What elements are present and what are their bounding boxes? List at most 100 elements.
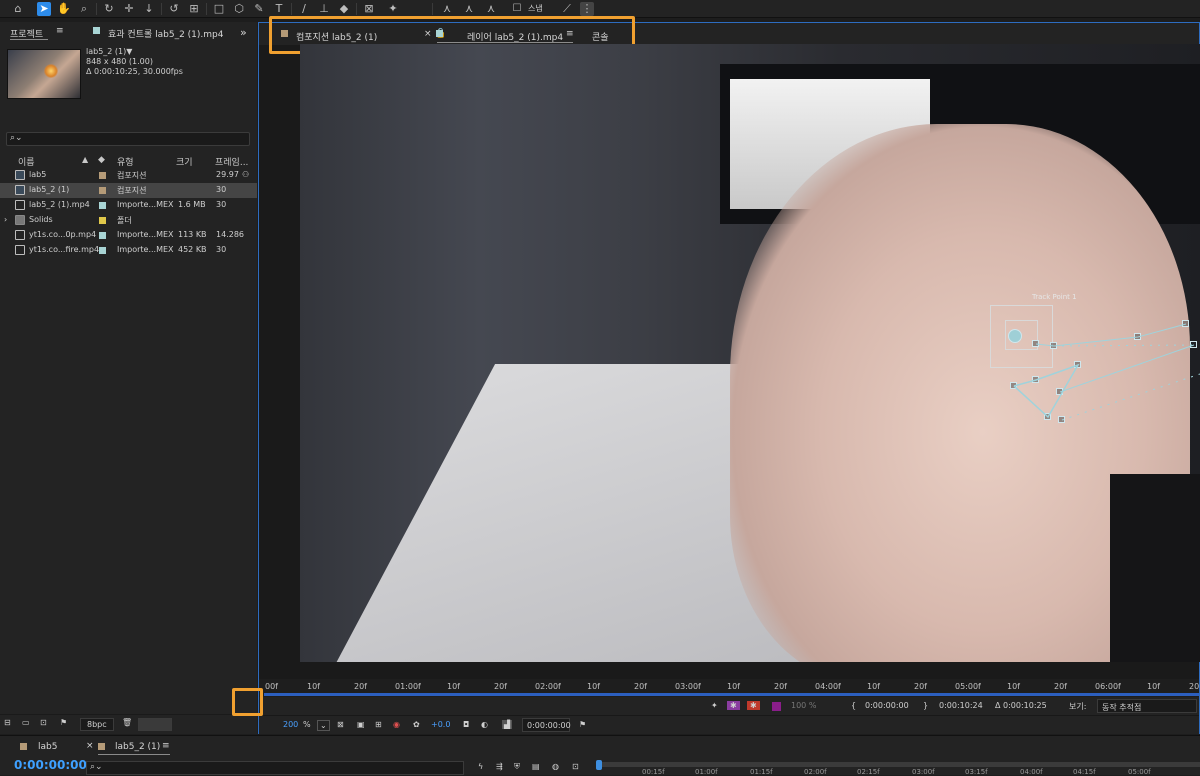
timeline-current-time[interactable]: 0:00:00:00 (14, 758, 87, 772)
comp-flowchart-icon[interactable]: ϟ (478, 762, 483, 771)
show-snapshot-icon[interactable]: ◐ (481, 720, 488, 729)
playhead-marker[interactable] (596, 760, 602, 770)
frame-blend-icon[interactable]: ▤ (532, 762, 540, 771)
project-row[interactable]: lab5_2 (1).mp4 Importe...MEX 1.6 MB 30 (0, 198, 257, 213)
orbit-camera-icon[interactable]: ↻ (102, 2, 116, 16)
axis-local-icon[interactable]: ⋏ (440, 2, 454, 16)
brush-tool-icon[interactable]: ∕ (297, 2, 311, 16)
dolly-camera-icon[interactable]: ↓ (142, 2, 156, 16)
bit-depth-button[interactable]: 8bpc (80, 718, 114, 731)
panel-menu-icon[interactable]: ≡ (56, 26, 64, 36)
rotation-tool-icon[interactable]: ↺ (167, 2, 181, 16)
eraser-tool-icon[interactable]: ◆ (337, 2, 351, 16)
exposure-value[interactable]: +0.0 (431, 720, 450, 729)
axis-world-icon[interactable]: ⋏ (462, 2, 476, 16)
in-point-icon[interactable]: ✱ (727, 701, 740, 710)
render-toggle-icon[interactable]: ▟ (502, 720, 513, 729)
preview-flag-icon[interactable]: ⚑ (579, 720, 586, 729)
project-row[interactable]: yt1s.co...0p.mp4 Importe...MEX 113 KB 14… (0, 228, 257, 243)
home-icon[interactable]: ⌂ (11, 2, 25, 16)
cube-tool-icon[interactable]: ⬡ (232, 2, 246, 16)
view-label: 보기: (1069, 702, 1087, 711)
folder-icon (15, 215, 25, 225)
motion-blur-icon[interactable]: ◍ (552, 762, 559, 771)
project-row[interactable]: › Solids 폴더 (0, 213, 257, 228)
in-bracket-icon[interactable]: { (851, 701, 856, 710)
panel-overflow-icon[interactable]: » (240, 26, 247, 39)
out-time[interactable]: 0:00:10:24 (939, 701, 983, 710)
close-tab-icon[interactable]: × (86, 741, 94, 751)
snap-grid-icon[interactable]: ⋮ (580, 2, 594, 16)
col-name[interactable]: 이름 (18, 155, 35, 168)
anchor-tool-icon[interactable]: ⊞ (187, 2, 201, 16)
timeline-scrollbar[interactable] (597, 762, 1200, 767)
work-area-bar[interactable] (264, 693, 1199, 696)
in-time[interactable]: 0:00:00:00 (865, 701, 909, 710)
footage-frame[interactable]: Track Point 1 (300, 44, 1200, 662)
trash-icon[interactable]: 🗑 (122, 718, 132, 727)
puppet-pin-icon[interactable]: ✦ (386, 2, 400, 16)
exposure-reset-icon[interactable]: ✿ (413, 720, 420, 729)
timeline-search-input[interactable]: ⌕⌄ (86, 761, 464, 775)
pen-tool-icon[interactable]: ✎ (252, 2, 266, 16)
selection-tool-icon[interactable]: ➤ (37, 2, 51, 16)
panel-menu-icon[interactable]: ≡ (162, 741, 170, 751)
project-row[interactable]: lab5_2 (1) 컴포지션 30 (0, 183, 257, 198)
current-time-field[interactable]: 0:00:00:00 (522, 718, 571, 732)
zoom-tool-icon[interactable]: ⌕ (77, 2, 91, 16)
adjust-settings-icon[interactable]: ⚑ (60, 718, 67, 727)
col-type[interactable]: 유형 (117, 155, 134, 168)
label-column-icon[interactable]: ◆ (98, 155, 105, 165)
ruler-tick: 10f (1147, 682, 1160, 691)
shy-icon[interactable]: ⛨ (514, 762, 520, 772)
new-folder-icon[interactable]: ▭ (22, 718, 30, 727)
expand-chevron-icon[interactable]: › (4, 215, 7, 224)
zoom-dropdown-icon[interactable]: ⌄ (317, 720, 330, 731)
ruler-tick: 02:00f (535, 682, 561, 691)
item-name[interactable]: lab5_2 (1)▼ (86, 47, 132, 56)
timeline-tab-lab5-2[interactable]: lab5_2 (1) (115, 742, 160, 752)
timeline-tab-lab5[interactable]: lab5 (38, 742, 57, 752)
flowchart-icon[interactable]: ⚇ (242, 170, 249, 179)
effects-swatch (93, 27, 100, 34)
out-point-icon[interactable]: ✱ (747, 701, 760, 710)
fit-icon[interactable]: ⊠ (337, 720, 344, 729)
row-type: 컴포지션 (117, 171, 147, 180)
item-duration: Δ 0:00:10:25, 30.000fps (86, 67, 183, 76)
grid-icon[interactable]: ⊞ (375, 720, 382, 729)
puppet-icon[interactable]: ✦ (711, 701, 718, 710)
clone-stamp-icon[interactable]: ⊥ (317, 2, 331, 16)
out-bracket-icon[interactable]: } (923, 701, 928, 710)
track-path-lines (1013, 323, 1200, 421)
snap-options-icon[interactable]: ⟋ (560, 2, 574, 16)
video-file-icon (15, 230, 25, 240)
project-row[interactable]: lab5 컴포지션 29.97 ⚇ (0, 168, 257, 183)
axis-view-icon[interactable]: ⋏ (484, 2, 498, 16)
col-framerate[interactable]: 프레임... (215, 155, 248, 168)
roto-brush-icon[interactable]: ⊠ (362, 2, 376, 16)
project-search-input[interactable]: ⌕⌄ (6, 132, 250, 146)
zoom-value[interactable]: 200 (283, 720, 298, 729)
new-composition-icon[interactable]: ⊡ (40, 718, 47, 727)
tab-effect-controls[interactable]: 효과 컨트롤 lab5_2 (1).mp4 (108, 27, 223, 40)
snap-checkbox-icon[interactable]: ☐ (510, 2, 524, 16)
view-select[interactable]: 동작 추적점 (1097, 699, 1197, 713)
duration: Δ 0:00:10:25 (995, 701, 1047, 710)
rectangle-tool-icon[interactable]: □ (212, 2, 226, 16)
type-tool-icon[interactable]: T (272, 2, 286, 16)
sort-arrow-icon[interactable]: ▲ (82, 155, 88, 164)
label-swatch (99, 187, 106, 194)
snapshot-icon[interactable]: ◘ (463, 720, 469, 729)
hand-tool-icon[interactable]: ✋ (57, 2, 71, 16)
safe-area-icon[interactable]: ▣ (357, 720, 365, 729)
row-fps: 29.97 (216, 170, 239, 179)
channel-icon[interactable]: ◉ (393, 720, 400, 729)
project-row[interactable]: yt1s.co...fire.mp4 Importe...MEX 452 KB … (0, 243, 257, 258)
draft-3d-icon[interactable]: ⇶ (496, 762, 503, 771)
interpret-footage-icon[interactable]: ⊟ (4, 718, 11, 727)
col-size[interactable]: 크기 (176, 155, 193, 168)
graph-editor-icon[interactable]: ⊡ (572, 762, 579, 771)
pan-camera-icon[interactable]: ✛ (122, 2, 136, 16)
composition-icon (15, 185, 25, 195)
color-swatch[interactable] (772, 702, 781, 711)
